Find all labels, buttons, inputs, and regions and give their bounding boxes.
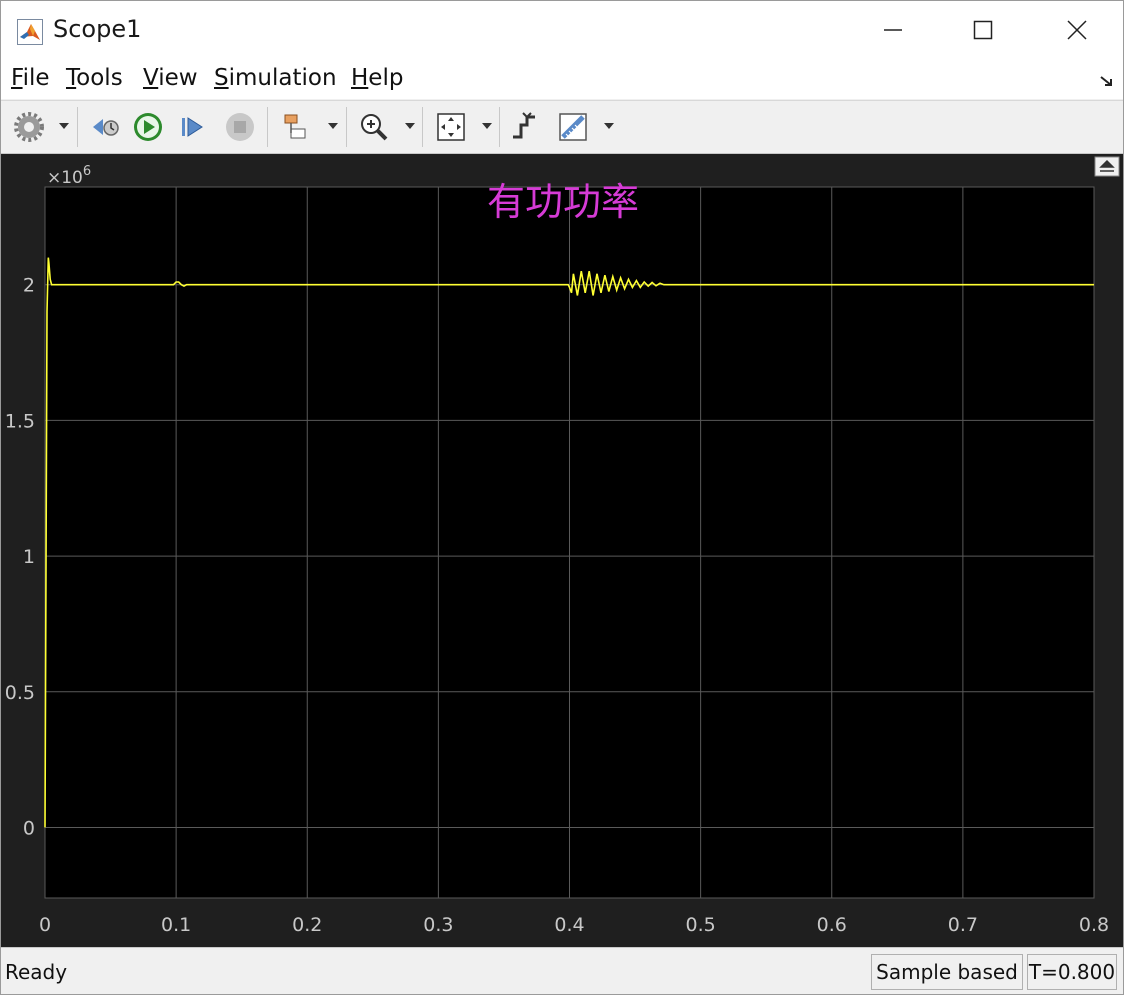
menu-view[interactable]: View — [143, 65, 198, 91]
menu-view-label: iew — [158, 65, 198, 91]
close-icon — [1067, 20, 1087, 40]
chart-title: 有功功率 — [487, 180, 639, 224]
step-back-icon[interactable] — [89, 111, 121, 143]
scope-display: 0 0.1 0.2 0.3 0.4 0.5 0.6 0.7 0.8 0 0.5 1 1.5 2 ×106… — [1, 154, 1123, 947]
toolbar-separator — [499, 107, 500, 147]
toolbar-separator — [77, 107, 78, 147]
x-tick-label: 0.6 — [817, 914, 847, 936]
matlab-logo-icon — [17, 19, 43, 45]
x-tick-label: 0.2 — [292, 914, 322, 936]
undock-plot-button[interactable] — [1094, 156, 1120, 177]
stop-icon[interactable] — [224, 111, 256, 143]
zoom-icon[interactable] — [358, 111, 390, 143]
menu-simulation[interactable]: Simulation — [214, 65, 337, 91]
status-bar: Ready Sample based T=0.800 — [1, 947, 1123, 994]
menu-simulation-label: imulation — [228, 65, 337, 91]
cursor-dropdown-icon[interactable] — [604, 123, 614, 129]
dock-arrow-icon[interactable] — [1099, 73, 1115, 89]
gear-icon[interactable] — [13, 111, 45, 143]
x-tick-label: 0 — [39, 914, 51, 936]
status-sample-mode: Sample based — [871, 954, 1023, 990]
menu-view-mnemonic: V — [143, 65, 159, 91]
x-tick-label: 0.1 — [161, 914, 191, 936]
x-tick-label: 0.8 — [1079, 914, 1109, 936]
maximize-button[interactable] — [937, 1, 1029, 59]
y-tick-label: 2 — [23, 275, 35, 297]
title-bar[interactable]: Scope1 — [1, 1, 1123, 59]
maximize-icon — [973, 20, 993, 40]
cursor-measurements-icon[interactable] — [557, 111, 589, 143]
gear-dropdown-icon[interactable] — [59, 123, 69, 129]
menu-tools[interactable]: Tools — [66, 65, 123, 91]
x-tick-labels: 0 0.1 0.2 0.3 0.4 0.5 0.6 0.7 0.8 — [39, 914, 1109, 936]
y-tick-label: 0.5 — [5, 682, 35, 704]
x-tick-label: 0.4 — [554, 914, 584, 936]
toolbar-separator — [346, 107, 347, 147]
triggers-icon[interactable] — [509, 111, 541, 143]
toolbar — [1, 100, 1123, 154]
y-tick-label: 0 — [23, 817, 35, 839]
highlight-dropdown-icon[interactable] — [328, 123, 338, 129]
x-tick-label: 0.7 — [948, 914, 978, 936]
minimize-icon — [884, 29, 902, 31]
y-multiplier-base: ×10 — [47, 168, 83, 188]
plot-svg[interactable]: 0 0.1 0.2 0.3 0.4 0.5 0.6 0.7 0.8 0 0.5 1 1.5 2 ×106… — [1, 154, 1123, 947]
menu-help[interactable]: Help — [351, 65, 403, 91]
toolbar-separator — [267, 107, 268, 147]
x-tick-label: 0.5 — [686, 914, 716, 936]
menu-file-mnemonic: F — [11, 65, 23, 91]
menu-tools-label: ools — [76, 65, 123, 91]
menu-help-mnemonic: H — [351, 65, 369, 91]
status-ready: Ready — [5, 960, 68, 984]
close-button[interactable] — [1031, 1, 1123, 59]
menu-bar: File Tools View Simulation Help — [1, 59, 1123, 99]
menu-simulation-mnemonic: S — [214, 65, 229, 91]
status-time: T=0.800 — [1027, 954, 1117, 990]
menu-tools-mnemonic: T — [66, 65, 77, 91]
highlight-block-icon[interactable] — [281, 111, 313, 143]
run-icon[interactable] — [132, 111, 164, 143]
y-tick-label: 1 — [23, 546, 35, 568]
menu-file-label: ile — [22, 65, 50, 91]
y-tick-labels: 0 0.5 1 1.5 2 — [5, 275, 35, 840]
x-tick-label: 0.3 — [423, 914, 453, 936]
y-tick-label: 1.5 — [5, 410, 35, 432]
scope-window: Scope1 File Tools View Simulation Help 0… — [0, 0, 1124, 995]
menu-help-label: elp — [368, 65, 404, 91]
menu-file[interactable]: File — [11, 65, 50, 91]
y-multiplier-exponent: 6 — [83, 164, 91, 179]
autoscale-dropdown-icon[interactable] — [482, 123, 492, 129]
minimize-button[interactable] — [847, 1, 939, 59]
step-forward-icon[interactable] — [178, 111, 210, 143]
y-multiplier-label: ×106 — [47, 164, 91, 188]
zoom-dropdown-icon[interactable] — [405, 123, 415, 129]
window-title: Scope1 — [53, 15, 142, 43]
toolbar-separator — [422, 107, 423, 147]
autoscale-icon[interactable] — [435, 111, 467, 143]
